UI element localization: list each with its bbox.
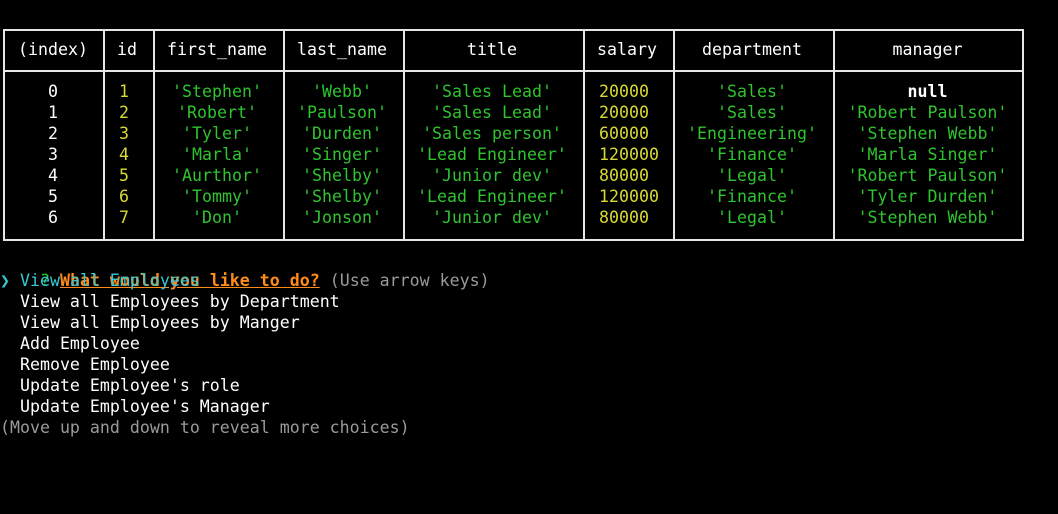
- choice-label: Update Employee's role: [19, 376, 240, 395]
- table-cell-id: 4: [119, 145, 129, 164]
- table-cell-index: 5: [48, 187, 58, 206]
- column-header-title: title: [467, 40, 517, 59]
- table-cell-title: 'Lead Engineer': [417, 187, 567, 206]
- table-cell-id: 6: [119, 187, 129, 206]
- table-cell-title: 'Lead Engineer': [417, 145, 567, 164]
- table-cell-first-name: 'Stephen': [172, 82, 262, 101]
- table-cell-first-name: 'Aurthor': [172, 166, 262, 185]
- table-cell-manager: 'Robert Paulson': [847, 166, 1008, 185]
- table-cell-salary: 120000: [599, 187, 659, 206]
- table-cell-title: 'Junior dev': [432, 166, 552, 185]
- column-header-last-name: last_name: [297, 40, 387, 59]
- table-cell-first-name: 'Don': [192, 208, 242, 227]
- table-cell-salary: 80000: [599, 208, 649, 227]
- table-cell-title: 'Sales Lead': [432, 103, 552, 122]
- table-cell-salary: 80000: [599, 166, 649, 185]
- choice-label: View all Employees by Manger: [19, 313, 300, 332]
- table-cell-department: 'Legal': [717, 208, 787, 227]
- column-header-id: id: [117, 40, 137, 59]
- table-cell-title: 'Sales Lead': [432, 82, 552, 101]
- table-cell-department: 'Sales': [717, 103, 787, 122]
- table-cell-last-name: 'Singer': [302, 145, 382, 164]
- choice-item[interactable]: Update Employee's Manager: [0, 396, 270, 417]
- choice-label: Update Employee's Manager: [19, 397, 270, 416]
- table-cell-first-name: 'Tommy': [182, 187, 252, 206]
- table-cell-last-name: 'Shelby': [302, 166, 382, 185]
- column-header-salary: salary: [597, 40, 657, 59]
- table-cell-salary: 20000: [599, 82, 649, 101]
- table-cell-manager: 'Stephen Webb': [857, 124, 998, 143]
- table-cell-department: 'Engineering': [687, 124, 817, 143]
- column-header-index: (index): [18, 40, 88, 59]
- column-header-first-name: first_name: [167, 40, 267, 59]
- table-cell-index: 6: [48, 208, 58, 227]
- table-cell-department: 'Sales': [717, 82, 787, 101]
- table-cell-last-name: 'Durden': [302, 124, 382, 143]
- table-cell-first-name: 'Tyler': [182, 124, 252, 143]
- table-header-divider: [5, 70, 1022, 72]
- table-cell-manager: null: [907, 82, 948, 101]
- choice-item[interactable]: View all Employees by Manger: [0, 312, 300, 333]
- choice-item[interactable]: ❯ View all Employees: [0, 270, 200, 291]
- column-divider: [583, 31, 585, 239]
- table-cell-id: 7: [119, 208, 129, 227]
- table-cell-index: 2: [48, 124, 58, 143]
- choice-label: Add Employee: [19, 334, 140, 353]
- prompt-hint: (Use arrow keys): [329, 271, 490, 290]
- choice-item[interactable]: Add Employee: [0, 333, 140, 354]
- table-cell-id: 3: [119, 124, 129, 143]
- column-divider: [103, 31, 105, 239]
- terminal-window: (index) id first_name last_name title salary d…: [0, 0, 1058, 514]
- table-cell-manager: 'Tyler Durden': [857, 187, 998, 206]
- column-header-manager: manager: [892, 40, 963, 59]
- table-cell-id: 5: [119, 166, 129, 185]
- column-header-department: department: [702, 40, 802, 59]
- prompt-question-line: ? What would you like to do? (Use arrow …: [0, 249, 490, 290]
- table-cell-manager: 'Marla Singer': [857, 145, 998, 164]
- table-cell-id: 2: [119, 103, 129, 122]
- selection-pointer-icon: ❯: [0, 271, 10, 290]
- more-choices-hint: (Move up and down to reveal more choices…: [0, 418, 410, 437]
- table-cell-first-name: 'Marla': [182, 145, 252, 164]
- table-cell-index: 0: [48, 82, 58, 101]
- choice-label: View all Employees: [20, 271, 200, 290]
- table-cell-title: 'Junior dev': [432, 208, 552, 227]
- table-cell-index: 1: [48, 103, 58, 122]
- table-cell-id: 1: [119, 82, 129, 101]
- table-cell-salary: 60000: [599, 124, 649, 143]
- choice-item[interactable]: Remove Employee: [0, 354, 170, 375]
- table-cell-first-name: 'Robert': [177, 103, 257, 122]
- table-cell-last-name: 'Shelby': [302, 187, 382, 206]
- choice-item[interactable]: View all Employees by Department: [0, 291, 340, 312]
- table-cell-manager: 'Stephen Webb': [857, 208, 998, 227]
- table-cell-department: 'Finance': [707, 145, 797, 164]
- table-cell-department: 'Finance': [707, 187, 797, 206]
- table-cell-last-name: 'Webb': [312, 82, 372, 101]
- table-cell-salary: 20000: [599, 103, 649, 122]
- table-cell-title: 'Sales person': [422, 124, 562, 143]
- table-cell-index: 4: [48, 166, 58, 185]
- choice-label: Remove Employee: [19, 355, 170, 374]
- table-cell-department: 'Legal': [717, 166, 787, 185]
- choice-label: View all Employees by Department: [19, 292, 340, 311]
- table-cell-index: 3: [48, 145, 58, 164]
- table-cell-manager: 'Robert Paulson': [847, 103, 1008, 122]
- table-cell-salary: 120000: [599, 145, 659, 164]
- table-cell-last-name: 'Paulson': [297, 103, 387, 122]
- choice-item[interactable]: Update Employee's role: [0, 375, 240, 396]
- table-cell-last-name: 'Jonson': [302, 208, 382, 227]
